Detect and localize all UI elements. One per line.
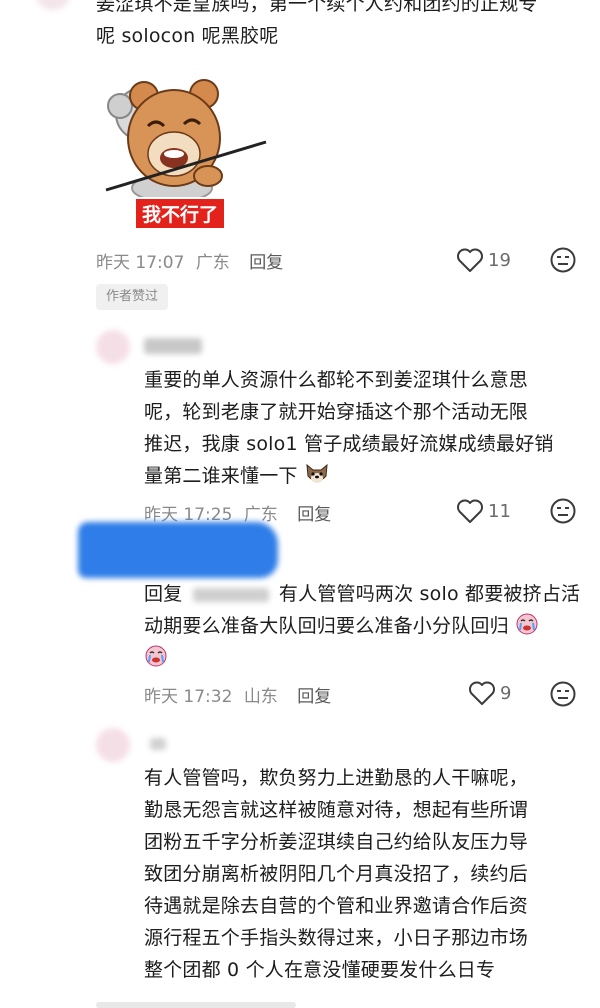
comment-meta: 昨天 17:32 山东 回复	[144, 682, 331, 707]
heart-outline-icon	[469, 681, 495, 705]
heart-outline-icon	[457, 499, 483, 523]
reply-button[interactable]: 回复	[297, 505, 331, 525]
comment-time: 昨天 17:07	[96, 253, 185, 273]
comment-text-line: 推迟，我康 solo1 管子成绩最好流媒成绩最好销	[144, 433, 554, 455]
comment-text: 有人管管吗，欺负努力上进勤恳的人干嘛呢， 勤恳无怨言就这样被随意对待，想起有些所…	[144, 762, 594, 986]
comment-text-line: 有人管管吗，欺负努力上进勤恳的人干嘛呢，	[144, 767, 529, 789]
reply-target-username[interactable]	[192, 587, 269, 602]
comment-location: 广东	[195, 253, 230, 273]
comment-text-line: 待遇就是除去自营的个管和业界邀请合作后资	[144, 895, 529, 917]
like-count: 19	[488, 249, 511, 271]
comment-text-line: 呢 solocon 呢黑胶呢	[96, 25, 279, 47]
comment-text-line: 团粉五千字分析姜涩琪续自己约给队友压力导	[144, 831, 529, 853]
comment-text: 姜涩琪不是皇族吗，第一个续个人约和团约的正规专 呢 solocon 呢黑胶呢	[96, 0, 596, 52]
reply-button[interactable]: 回复	[297, 687, 331, 707]
comment-meta: 昨天 17:07 广东 回复	[96, 248, 283, 273]
comment-text-line: 源行程五个手指头数得过来，小日子那边市场	[144, 927, 529, 949]
reply-button[interactable]: 回复	[249, 253, 283, 273]
comment-text-line: 姜涩琪不是皇族吗，第一个续个人约和团约的正规专	[96, 0, 538, 15]
comment-text: 回复 有人管管吗两次 solo 都要被挤占活 动期要么准备大队回归要么准备小分队…	[144, 578, 594, 674]
comment-text-line: 整个团都 0 个人在意没懂硬要发什么日专	[144, 959, 496, 981]
crying-face-icon	[516, 613, 538, 635]
comment-text-line: 呢，轮到老康了就开始穿插这个那个活动无限	[144, 401, 529, 423]
redacted-user-region	[78, 522, 278, 578]
comment-text-line: 有人管管吗两次 solo 都要被挤占活	[278, 583, 581, 605]
avatar[interactable]	[96, 728, 130, 762]
neutral-face-icon	[550, 681, 576, 707]
like-button[interactable]: 19	[456, 247, 511, 273]
like-button[interactable]: 9	[468, 680, 511, 706]
avatar[interactable]	[36, 0, 70, 10]
comment-text: 重要的单人资源什么都轮不到姜涩琪什么意思 呢，轮到老康了就开始穿插这个那个活动无…	[144, 364, 594, 492]
avatar[interactable]	[96, 330, 130, 364]
username[interactable]	[144, 338, 202, 354]
neutral-face-icon	[550, 498, 576, 524]
like-count: 11	[488, 500, 511, 522]
comment-time: 昨天 17:32	[144, 687, 233, 707]
dislike-button[interactable]	[549, 497, 577, 529]
comment-text-line: 勤恳无怨言就这样被随意对待，想起有些所谓	[144, 799, 529, 821]
like-count: 9	[500, 682, 512, 704]
dog-emoji-icon	[306, 463, 328, 483]
neutral-face-icon	[550, 247, 576, 273]
crying-face-icon	[145, 645, 167, 667]
reply-prefix: 回复	[144, 583, 183, 605]
author-liked-badge: 作者赞过	[96, 284, 169, 310]
comment-text-line: 量第二谁来懂一下	[144, 465, 298, 487]
sticker-caption: 我不行了	[134, 197, 227, 230]
username[interactable]	[150, 738, 166, 750]
bottom-divider	[96, 1002, 296, 1008]
dislike-button[interactable]	[549, 680, 577, 712]
heart-outline-icon	[457, 248, 483, 272]
comment-location: 山东	[243, 687, 278, 707]
sticker-image[interactable]: 我不行了	[96, 64, 276, 240]
comment-text-line: 致团分崩离析被阴阳几个月真没招了，续约后	[144, 863, 529, 885]
comment-text-line: 重要的单人资源什么都轮不到姜涩琪什么意思	[144, 369, 529, 391]
comment-text-line: 动期要么准备大队回归要么准备小分队回归	[144, 615, 509, 637]
like-button[interactable]: 11	[456, 498, 511, 524]
dislike-button[interactable]	[549, 246, 577, 278]
